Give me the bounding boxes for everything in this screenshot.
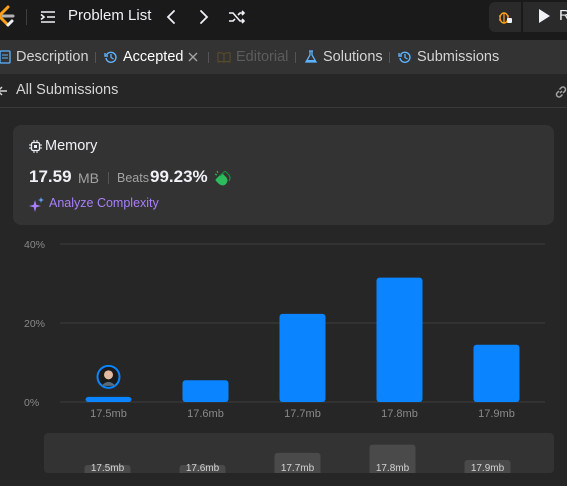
tab-bar: Description Accepted Editorial Solutions… bbox=[0, 40, 567, 74]
chart-bar bbox=[182, 380, 229, 402]
arrow-left-icon[interactable] bbox=[0, 84, 8, 98]
sparkle-icon bbox=[29, 197, 44, 212]
range-slider-preview[interactable]: 17.5mb 17.6mb 17.7mb 17.8mb 17.9mb bbox=[44, 433, 554, 473]
memory-unit: MB bbox=[78, 170, 99, 186]
tab-separator bbox=[389, 52, 390, 63]
x-tick-label: 17.8mb bbox=[381, 408, 418, 420]
analyze-complexity-link[interactable]: Analyze Complexity bbox=[49, 196, 159, 210]
x-tick-label: 17.9mb bbox=[478, 408, 515, 420]
chevron-right-icon[interactable] bbox=[196, 8, 212, 26]
slider-tick-label[interactable]: 17.6mb bbox=[186, 463, 220, 473]
stat-divider bbox=[108, 172, 109, 184]
memory-distribution-chart: 40% 20% 0% 17.5mb 17.6mb 17.7mb 17.8mb 17.9mb bbox=[24, 239, 545, 420]
history-icon bbox=[398, 51, 411, 63]
tab-separator bbox=[95, 52, 96, 63]
shuffle-icon[interactable] bbox=[228, 8, 246, 26]
all-submissions-link[interactable]: All Submissions bbox=[16, 82, 118, 98]
nav-divider bbox=[26, 9, 27, 25]
y-tick-label: 0% bbox=[24, 397, 39, 409]
range-slider[interactable]: 17.5mb 17.6mb 17.7mb 17.8mb 17.9mb bbox=[44, 433, 554, 473]
bug-icon bbox=[499, 12, 512, 24]
tab-submissions[interactable]: Submissions bbox=[417, 49, 499, 65]
tab-accepted[interactable]: Accepted bbox=[123, 49, 183, 65]
beats-label: Beats bbox=[117, 171, 149, 185]
memory-title: Memory bbox=[45, 138, 98, 154]
tab-separator bbox=[208, 52, 209, 63]
play-icon bbox=[539, 9, 550, 23]
chevron-left-icon[interactable] bbox=[163, 8, 179, 26]
memory-value: 17.59 bbox=[29, 167, 72, 186]
leetcode-logo-icon[interactable] bbox=[0, 4, 16, 28]
book-icon bbox=[217, 52, 231, 63]
chart-bar bbox=[279, 313, 326, 402]
beats-percentage: 99.23% bbox=[150, 167, 208, 186]
slider-tick-label[interactable]: 17.7mb bbox=[281, 463, 315, 473]
submission-subheader: All Submissions bbox=[0, 74, 567, 108]
tab-solutions[interactable]: Solutions bbox=[323, 49, 383, 65]
clapping-hands-icon bbox=[214, 170, 231, 186]
tab-description[interactable]: Description bbox=[16, 49, 89, 65]
chart-bar bbox=[473, 344, 520, 402]
chart-bar bbox=[376, 277, 423, 402]
slider-tick-label[interactable]: 17.5mb bbox=[91, 463, 125, 473]
y-tick-label: 40% bbox=[24, 239, 45, 251]
x-tick-label: 17.6mb bbox=[187, 408, 224, 420]
debug-button[interactable] bbox=[489, 2, 521, 32]
tab-separator bbox=[295, 52, 296, 63]
y-tick-label: 20% bbox=[24, 318, 45, 330]
chart-bar bbox=[85, 396, 132, 402]
top-navbar: Problem List R bbox=[0, 0, 567, 34]
problem-list-icon[interactable] bbox=[40, 9, 56, 25]
tab-editorial[interactable]: Editorial bbox=[236, 49, 288, 65]
close-tab-icon[interactable] bbox=[187, 51, 199, 63]
run-button-label: R bbox=[559, 7, 567, 24]
flask-icon bbox=[304, 50, 318, 63]
problem-list-link[interactable]: Problem List bbox=[68, 7, 151, 24]
slider-tick-label[interactable]: 17.8mb bbox=[376, 463, 410, 473]
chip-icon bbox=[29, 140, 42, 153]
slider-tick-label[interactable]: 17.9mb bbox=[471, 463, 505, 473]
history-icon bbox=[104, 51, 117, 63]
x-tick-label: 17.7mb bbox=[284, 408, 321, 420]
link-icon[interactable] bbox=[553, 84, 567, 100]
avatar-face bbox=[104, 370, 113, 380]
x-tick-label: 17.5mb bbox=[90, 408, 127, 420]
description-icon bbox=[0, 50, 11, 64]
